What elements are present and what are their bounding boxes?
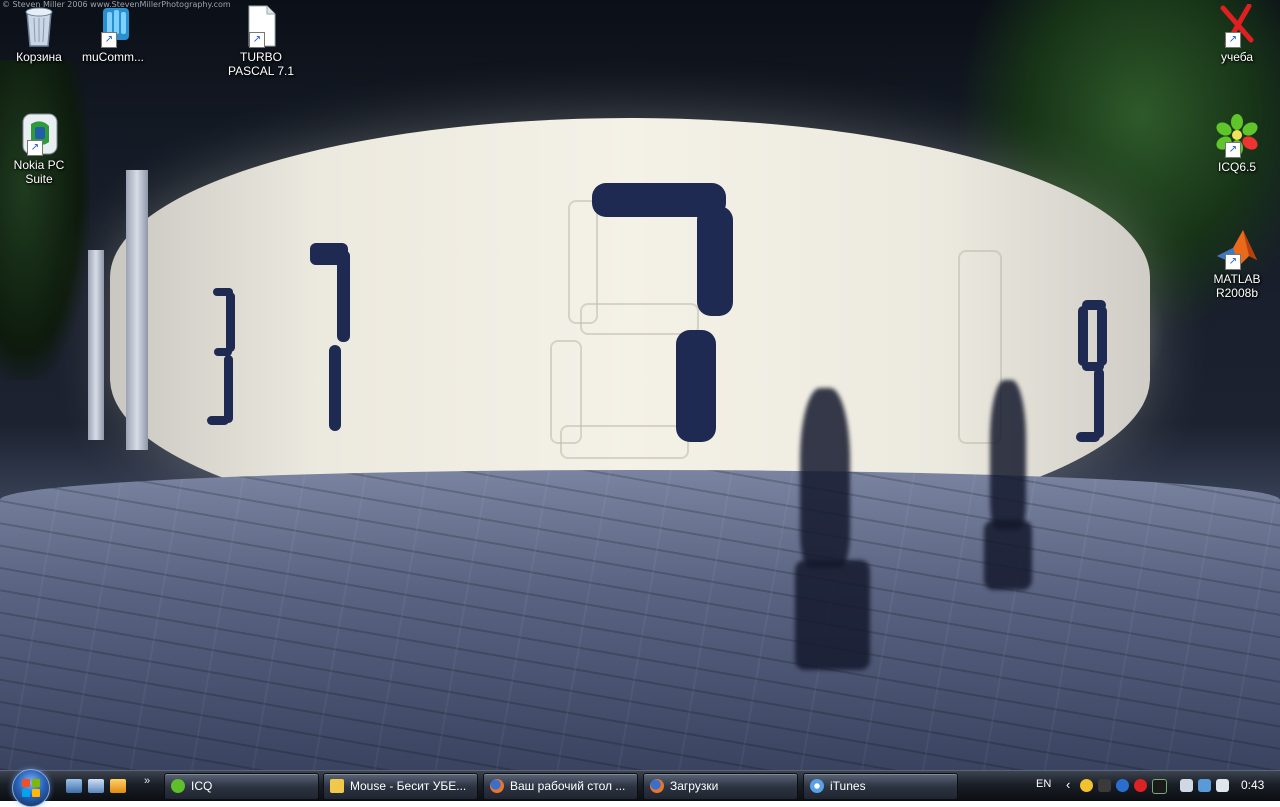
taskbar-button-label: Ваш рабочий стол ... bbox=[510, 779, 626, 793]
shortcut-arrow-icon: ↗ bbox=[101, 32, 117, 48]
shortcut-arrow-icon: ↗ bbox=[1225, 32, 1241, 48]
tray-app-icon[interactable] bbox=[1098, 779, 1111, 792]
nokia-pc-suite-icon: ↗ bbox=[15, 112, 63, 156]
wallpaper-person-legs bbox=[795, 560, 870, 670]
show-desktop-icon[interactable] bbox=[66, 779, 82, 793]
wallpaper-person bbox=[800, 388, 850, 568]
folder-icon bbox=[330, 779, 344, 793]
tray-expand-chevron[interactable]: ‹ bbox=[1066, 777, 1070, 792]
wallpaper-person bbox=[990, 380, 1026, 530]
shortcut-arrow-icon: ↗ bbox=[249, 32, 265, 48]
shortcut-arrow-icon: ↗ bbox=[1225, 254, 1241, 270]
taskbar-button-label: Загрузки bbox=[670, 779, 719, 793]
desktop-icon-label: Корзина bbox=[16, 50, 62, 64]
wallpaper-pillar bbox=[126, 170, 148, 450]
turbo-pascal-icon: ↗ bbox=[237, 4, 285, 48]
taskbar-button-downloads[interactable]: Загрузки bbox=[643, 773, 798, 800]
taskbar-clock[interactable]: 0:43 bbox=[1241, 778, 1264, 792]
desktop-icon-mucommander[interactable]: ↗ muComm... bbox=[74, 4, 152, 64]
wallpaper-person-legs bbox=[984, 520, 1032, 590]
wallpaper-tree-left bbox=[0, 60, 90, 380]
desktop-icon-label: ICQ6.5 bbox=[1217, 160, 1256, 174]
tray-antivirus-icon[interactable] bbox=[1134, 779, 1147, 792]
shortcut-arrow-icon: ↗ bbox=[27, 140, 43, 156]
start-button[interactable] bbox=[12, 769, 50, 807]
taskbar: » ICQ Mouse - Бесит УБЕ... Ваш рабочий с… bbox=[0, 769, 1280, 807]
firefox-icon bbox=[490, 779, 504, 793]
desktop-icon-nokia-pc-suite[interactable]: ↗ Nokia PC Suite bbox=[0, 112, 78, 186]
wallpaper-paved-floor bbox=[0, 470, 1280, 770]
shortcut-arrow-icon: ↗ bbox=[1225, 142, 1241, 158]
desktop-wallpaper: © Steven Miller 2006 www.StevenMillerPho… bbox=[0, 0, 1280, 770]
icq-flower-icon: ↗ bbox=[1213, 114, 1261, 158]
desktop-icon-label: Nokia PC Suite bbox=[13, 158, 65, 186]
taskbar-button-label: iTunes bbox=[830, 779, 866, 793]
taskbar-button-firefox-desktop[interactable]: Ваш рабочий стол ... bbox=[483, 773, 638, 800]
red-x-icon: ↗ bbox=[1213, 3, 1261, 48]
firefox-icon bbox=[650, 779, 664, 793]
desktop-icon-label: muComm... bbox=[81, 50, 144, 64]
language-indicator[interactable]: EN bbox=[1036, 778, 1051, 790]
matlab-icon: ↗ bbox=[1213, 226, 1261, 270]
desktop-icon-ucheba[interactable]: ↗ учеба bbox=[1198, 3, 1276, 64]
media-player-icon[interactable] bbox=[110, 779, 126, 793]
quick-launch-more-chevron[interactable]: » bbox=[144, 775, 150, 787]
taskbar-button-icq[interactable]: ICQ bbox=[164, 773, 319, 800]
taskbar-button-itunes[interactable]: iTunes bbox=[803, 773, 958, 800]
taskbar-button-label: ICQ bbox=[191, 779, 213, 793]
desktop-icon-recycle-bin[interactable]: Корзина bbox=[0, 4, 78, 64]
taskbar-button-label: Mouse - Бесит УБЕ... bbox=[350, 779, 467, 793]
switch-windows-icon[interactable] bbox=[88, 779, 104, 793]
recycle-bin-icon bbox=[15, 4, 63, 48]
tray-network-icon[interactable] bbox=[1198, 779, 1211, 792]
tray-device-icon[interactable] bbox=[1180, 779, 1193, 792]
mucommander-icon: ↗ bbox=[89, 4, 137, 48]
desktop-icon-turbo-pascal[interactable]: ↗ TURBO PASCAL 7.1 bbox=[222, 4, 300, 78]
wallpaper-pillar bbox=[88, 250, 104, 440]
desktop-icon-label: TURBO PASCAL 7.1 bbox=[227, 50, 295, 78]
desktop-icon-label: MATLAB R2008b bbox=[1213, 272, 1261, 300]
tray-smiley-icon[interactable] bbox=[1080, 779, 1093, 792]
itunes-icon bbox=[810, 779, 824, 793]
taskbar-button-mouse-folder[interactable]: Mouse - Бесит УБЕ... bbox=[323, 773, 478, 800]
tray-bug-icon[interactable] bbox=[1152, 779, 1167, 794]
desktop-icon-icq[interactable]: ↗ ICQ6.5 bbox=[1198, 114, 1276, 174]
tray-volume-icon[interactable] bbox=[1216, 779, 1229, 792]
windows-logo-icon bbox=[22, 779, 40, 797]
desktop-icon-matlab[interactable]: ↗ MATLAB R2008b bbox=[1198, 226, 1276, 300]
tray-network-globe-icon[interactable] bbox=[1116, 779, 1129, 792]
desktop-icon-label: учеба bbox=[1220, 50, 1254, 64]
icq-flower-icon bbox=[171, 779, 185, 793]
